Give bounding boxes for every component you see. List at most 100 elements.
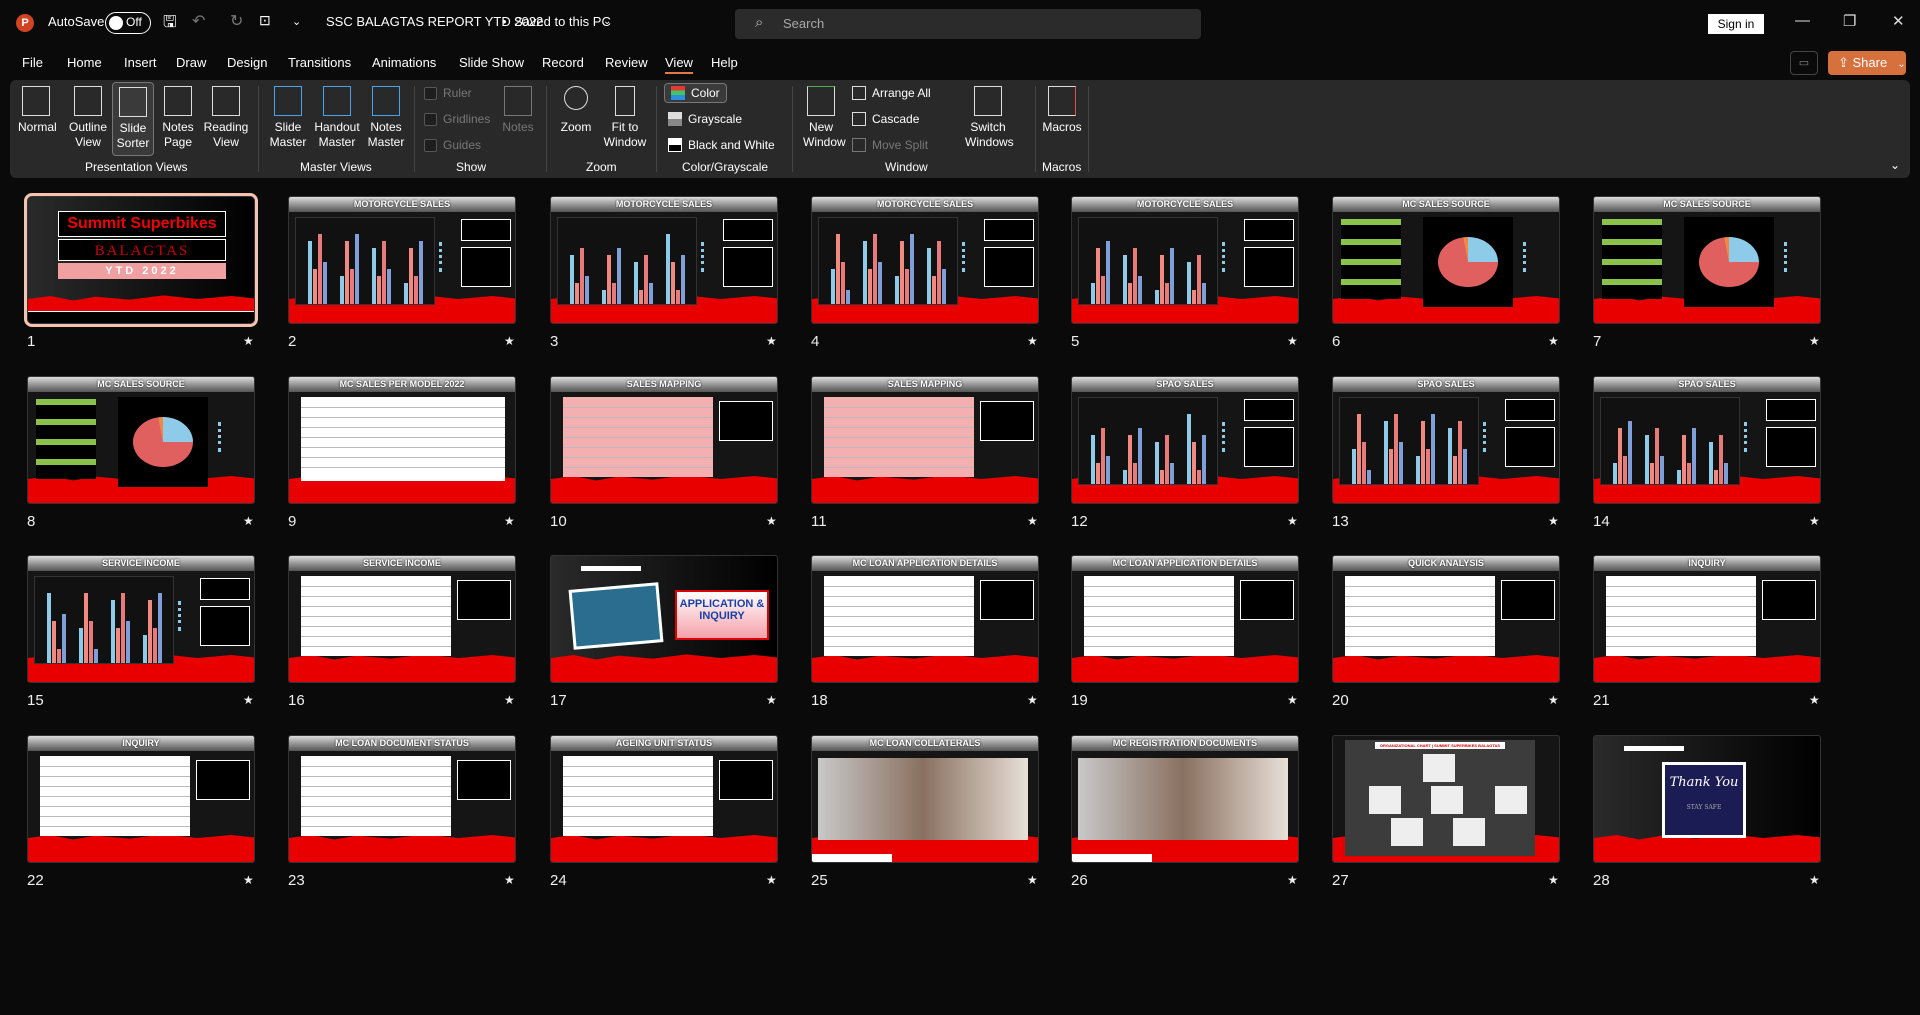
- slide-thumbnail[interactable]: INQUIRY: [1593, 555, 1821, 683]
- reading-view-button[interactable]: Reading View: [202, 86, 250, 150]
- present-icon[interactable]: ⊡: [259, 12, 271, 29]
- slide-thumbnail[interactable]: ORGANIZATIONAL CHART | SUMMIT SUPERBIKES…: [1332, 735, 1560, 863]
- slide-number: 12: [1071, 513, 1088, 530]
- tab-slide-show[interactable]: Slide Show: [459, 55, 524, 70]
- switch-windows-button[interactable]: Switch Windows: [962, 86, 1014, 150]
- label: Arrange All: [872, 86, 931, 100]
- notes-master-button[interactable]: Notes Master: [366, 86, 406, 150]
- slide-thumbnail[interactable]: SPAO SALES: [1593, 376, 1821, 504]
- grayscale-button[interactable]: Grayscale: [668, 112, 742, 126]
- notes-page-button[interactable]: Notes Page: [158, 86, 198, 150]
- table-row-line: [40, 766, 190, 767]
- slide-thumbnail[interactable]: MC LOAN APPLICATION DETAILS: [1071, 555, 1299, 683]
- tab-review[interactable]: Review: [605, 55, 648, 70]
- comments-button[interactable]: ▭: [1790, 51, 1818, 75]
- table-row-line: [301, 636, 451, 637]
- gridlines-checkbox[interactable]: Gridlines: [424, 112, 490, 126]
- staff-photo: [1495, 786, 1527, 814]
- slide-number: 13: [1332, 513, 1349, 530]
- slide-thumbnail[interactable]: MC LOAN DOCUMENT STATUS: [288, 735, 516, 863]
- normal-view-button[interactable]: Normal: [18, 86, 57, 135]
- chart-bar: [57, 649, 61, 663]
- slide-thumbnail[interactable]: INQUIRY: [27, 735, 255, 863]
- tab-file[interactable]: File: [22, 55, 43, 70]
- color-button[interactable]: Color: [664, 83, 727, 103]
- save-status[interactable]: Saved to this PC: [514, 14, 611, 29]
- outline-view-button[interactable]: Outline View: [68, 86, 108, 150]
- chart-bar: [355, 234, 359, 304]
- chart-bar: [419, 241, 423, 304]
- table-row-line: [1084, 636, 1234, 637]
- slide-thumbnail[interactable]: MC LOAN APPLICATION DETAILS: [811, 555, 1039, 683]
- arrange-all-button[interactable]: Arrange All: [852, 86, 931, 100]
- tab-design[interactable]: Design: [227, 55, 267, 70]
- slide-thumbnail[interactable]: Summit Superbikes BALAGTAS YTD 2022: [24, 193, 258, 327]
- application-inquiry-banner: APPLICATION & INQUIRY: [675, 590, 769, 640]
- tab-record[interactable]: Record: [542, 55, 584, 70]
- slide-thumbnail[interactable]: SALES MAPPING: [550, 376, 778, 504]
- collapse-ribbon-icon[interactable]: ⌄: [1890, 158, 1900, 172]
- slide-thumbnail[interactable]: AGEING UNIT STATUS: [550, 735, 778, 863]
- fit-to-window-button[interactable]: Fit to Window: [602, 86, 648, 150]
- move-split-button[interactable]: Move Split: [852, 138, 928, 152]
- handout-master-button[interactable]: Handout Master: [312, 86, 362, 150]
- ruler-checkbox[interactable]: Ruler: [424, 86, 472, 100]
- slide-thumbnail[interactable]: SERVICE INCOME: [288, 555, 516, 683]
- table-row-line: [301, 606, 451, 607]
- customize-toolbar-icon[interactable]: ⌄: [292, 15, 301, 28]
- chart-bar: [1389, 449, 1393, 484]
- tab-transitions[interactable]: Transitions: [288, 55, 351, 70]
- slide-thumbnail[interactable]: MC SALES SOURCE: [1593, 196, 1821, 324]
- close-icon[interactable]: ✕: [1892, 12, 1905, 30]
- label: Notes: [502, 120, 534, 134]
- share-button[interactable]: ⇪ Share ⌄: [1828, 51, 1906, 75]
- tab-home[interactable]: Home: [67, 55, 102, 70]
- slide-thumbnail[interactable]: MC LOAN COLLATERALS: [811, 735, 1039, 863]
- guides-checkbox[interactable]: Guides: [424, 138, 481, 152]
- table-row-line: [40, 776, 190, 777]
- analysis-box: [980, 401, 1034, 441]
- slide-thumbnail[interactable]: SALES MAPPING: [811, 376, 1039, 504]
- tab-animations[interactable]: Animations: [372, 55, 436, 70]
- slide-thumbnail[interactable]: MC SALES SOURCE: [27, 376, 255, 504]
- slide-master-button[interactable]: Slide Master: [266, 86, 310, 150]
- minimize-icon[interactable]: —: [1795, 12, 1810, 29]
- slide-thumbnail[interactable]: APPLICATION & INQUIRY: [550, 555, 778, 683]
- zoom-button[interactable]: Zoom: [556, 86, 596, 135]
- slide-thumbnail[interactable]: MOTORCYCLE SALES: [1071, 196, 1299, 324]
- redo-icon[interactable]: ↻: [230, 11, 243, 31]
- slide-sorter-button[interactable]: Slide Sorter: [112, 82, 154, 156]
- macros-button[interactable]: Macros: [1040, 86, 1084, 135]
- chart-bar: [1352, 449, 1356, 484]
- restore-icon[interactable]: ❐: [1843, 12, 1856, 30]
- autosave-toggle[interactable]: Off: [105, 12, 151, 34]
- new-window-button[interactable]: New Window: [800, 86, 846, 150]
- slide-thumbnail[interactable]: MOTORCYCLE SALES: [811, 196, 1039, 324]
- sign-in-button[interactable]: Sign in: [1708, 14, 1764, 34]
- slide-thumbnail[interactable]: MC SALES SOURCE: [1332, 196, 1560, 324]
- notes-button[interactable]: Notes: [498, 86, 538, 135]
- undo-icon[interactable]: ↶: [192, 11, 205, 31]
- slide-thumbnail[interactable]: MOTORCYCLE SALES: [550, 196, 778, 324]
- tab-view[interactable]: View: [665, 55, 693, 74]
- staff-photo: [1453, 818, 1485, 846]
- chevron-down-icon[interactable]: ⌄: [603, 16, 611, 27]
- black-and-white-button[interactable]: Black and White: [668, 138, 775, 152]
- slide-thumbnail[interactable]: QUICK ANALYSIS: [1332, 555, 1560, 683]
- tab-draw[interactable]: Draw: [176, 55, 206, 70]
- table-row-line: [824, 437, 974, 438]
- cascade-button[interactable]: Cascade: [852, 112, 919, 126]
- slide-thumbnail[interactable]: MOTORCYCLE SALES: [288, 196, 516, 324]
- bar-chart: [557, 217, 697, 305]
- slide-thumbnail[interactable]: MC SALES PER MODEL 2022: [288, 376, 516, 504]
- slide-title: SPAO SALES: [1333, 377, 1559, 392]
- slide-thumbnail[interactable]: SPAO SALES: [1071, 376, 1299, 504]
- tab-help[interactable]: Help: [711, 55, 738, 70]
- search-input[interactable]: ⌕ Search: [735, 9, 1201, 39]
- save-icon[interactable]: 🖫: [163, 11, 177, 38]
- slide-thumbnail[interactable]: MC REGISTRATION DOCUMENTS: [1071, 735, 1299, 863]
- slide-thumbnail[interactable]: Thank You STAY SAFE: [1593, 735, 1821, 863]
- tab-insert[interactable]: Insert: [124, 55, 157, 70]
- slide-thumbnail[interactable]: SERVICE INCOME: [27, 555, 255, 683]
- slide-thumbnail[interactable]: SPAO SALES: [1332, 376, 1560, 504]
